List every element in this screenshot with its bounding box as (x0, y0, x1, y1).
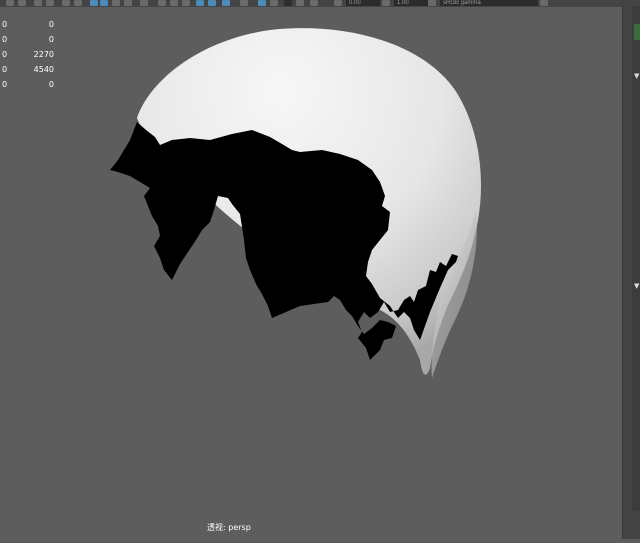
hud-row: 0 4540 (0, 62, 60, 77)
viewport-canvas (110, 28, 482, 378)
bookmark-icon[interactable] (34, 0, 42, 6)
viewport-toolbar: 0.00 1.00 sRGB gamma (0, 0, 640, 7)
hud-value: 0 (2, 80, 8, 89)
hud-value: 4540 (33, 65, 54, 74)
3d-viewport[interactable] (0, 7, 622, 539)
smooth-shade-icon[interactable] (170, 0, 178, 6)
hud-value: 0 (2, 20, 8, 29)
gamma-icon (382, 0, 390, 6)
grid-icon[interactable] (62, 0, 70, 6)
hud-row: 0 0 (0, 32, 60, 47)
triangle-down-icon[interactable]: ▼ (634, 282, 639, 290)
exposure-icon (334, 0, 342, 6)
gamma-field[interactable]: 1.00 (394, 0, 428, 6)
hud-value: 0 (2, 50, 8, 59)
view-transform-dropdown[interactable]: sRGB gamma (440, 0, 538, 6)
wireframe-icon[interactable] (158, 0, 166, 6)
hud-value: 0 (48, 20, 54, 29)
anti-aliasing-icon[interactable] (296, 0, 304, 6)
resolution-gate-icon[interactable] (90, 0, 98, 6)
exposure-field[interactable]: 0.00 (346, 0, 380, 6)
hud-value: 0 (48, 80, 54, 89)
xray-joints-icon[interactable] (208, 0, 216, 6)
hud-row: 0 0 (0, 77, 60, 92)
hud-value: 0 (2, 35, 8, 44)
heads-up-display: 0 0 0 0 0 2270 0 4540 0 0 (0, 17, 60, 92)
hud-value: 0 (48, 35, 54, 44)
select-camera-icon[interactable] (6, 0, 14, 6)
green-marker-icon[interactable] (634, 24, 640, 40)
safe-title-icon[interactable] (140, 0, 148, 6)
hud-row: 0 2270 (0, 47, 60, 62)
xray-icon[interactable] (196, 0, 204, 6)
motion-blur-icon[interactable] (284, 0, 292, 6)
field-chart-icon[interactable] (112, 0, 120, 6)
shadows-icon[interactable] (258, 0, 266, 6)
film-gate-icon[interactable] (74, 0, 82, 6)
lighting-icon[interactable] (240, 0, 248, 6)
hud-row: 0 0 (0, 17, 60, 32)
isolate-select-icon[interactable] (222, 0, 230, 6)
gate-mask-icon[interactable] (100, 0, 108, 6)
panel-menu-icon[interactable] (540, 0, 548, 6)
hud-value: 2270 (33, 50, 54, 59)
ambient-occlusion-icon[interactable] (270, 0, 278, 6)
wireframe-on-shaded-icon[interactable] (182, 0, 190, 6)
safe-action-icon[interactable] (124, 0, 132, 6)
right-side-panel: ▼ ▼ (622, 0, 640, 539)
view-transform-icon (428, 0, 436, 6)
hud-value: 0 (2, 65, 8, 74)
depth-of-field-icon[interactable] (310, 0, 318, 6)
image-plane-icon[interactable] (46, 0, 54, 6)
triangle-down-icon[interactable]: ▼ (634, 72, 639, 80)
camera-name-label: 透视: persp (207, 523, 251, 532)
panel-scrollbar[interactable] (632, 6, 640, 511)
camera-attributes-icon[interactable] (18, 0, 26, 6)
